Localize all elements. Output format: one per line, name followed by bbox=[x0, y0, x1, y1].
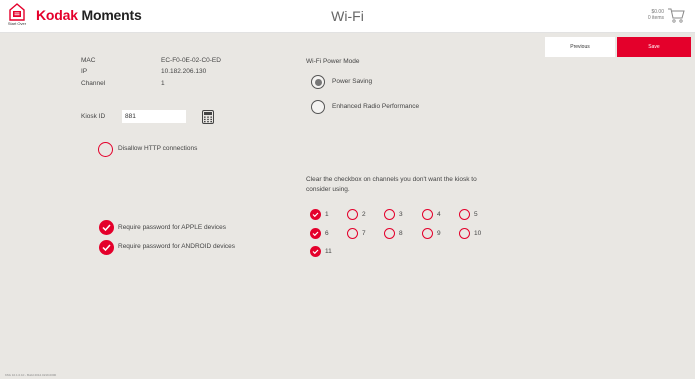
enhanced-radio-label: Enhanced Radio Performance bbox=[332, 103, 420, 110]
save-button[interactable]: Save bbox=[617, 37, 691, 57]
power-saving-label: Power Saving bbox=[332, 78, 373, 85]
channel-10-checkbox[interactable] bbox=[459, 228, 470, 239]
channel-2-checkbox[interactable] bbox=[347, 209, 358, 220]
check-icon bbox=[102, 224, 111, 232]
channel-1-label: 1 bbox=[325, 211, 329, 218]
channel-7-checkbox[interactable] bbox=[347, 228, 358, 239]
channel-5-label: 5 bbox=[474, 211, 478, 218]
check-icon bbox=[312, 249, 319, 255]
kiosk-id-label: Kiosk ID bbox=[81, 113, 106, 120]
channel-10-label: 10 bbox=[474, 230, 482, 237]
ip-label: IP bbox=[81, 68, 88, 75]
channel-7-label: 7 bbox=[362, 230, 366, 237]
android-password-checkbox[interactable] bbox=[99, 240, 114, 255]
android-password-label: Require password for ANDROID devices bbox=[118, 243, 236, 250]
channel-4-label: 4 bbox=[437, 211, 441, 218]
version-footer: KMx 10.1.0.10 - Build 2012.0219.0000 bbox=[5, 373, 57, 377]
channel-1-checkbox[interactable] bbox=[310, 209, 321, 220]
mac-value: EC-F0-0E-02-C0-ED bbox=[161, 57, 221, 64]
check-icon bbox=[312, 212, 319, 218]
mac-label: MAC bbox=[81, 57, 96, 64]
channel-9-label: 9 bbox=[437, 230, 441, 237]
cart-summary[interactable]: $0.00 0 items bbox=[648, 9, 664, 21]
channel-8-checkbox[interactable] bbox=[384, 228, 395, 239]
top-bar: Start Over Kodak Moments Wi-Fi $0.00 0 i… bbox=[0, 0, 695, 33]
channel-2-label: 2 bbox=[362, 211, 366, 218]
kiosk-id-input[interactable] bbox=[122, 110, 186, 123]
channel-11-label: 11 bbox=[325, 248, 332, 255]
channel-5-checkbox[interactable] bbox=[459, 209, 470, 220]
channel-4-checkbox[interactable] bbox=[422, 209, 433, 220]
channel-9-checkbox[interactable] bbox=[422, 228, 433, 239]
channel-11-checkbox[interactable] bbox=[310, 246, 321, 257]
channels-instructions-line2: consider using. bbox=[306, 186, 350, 193]
previous-button[interactable]: Previous bbox=[545, 37, 615, 57]
ip-value: 10.182.206.130 bbox=[161, 68, 207, 75]
disallow-http-checkbox[interactable] bbox=[98, 142, 113, 157]
channel-label: Channel bbox=[81, 80, 106, 87]
power-mode-title: Wi-Fi Power Mode bbox=[306, 58, 360, 65]
page-title: Wi-Fi bbox=[331, 8, 364, 24]
cart-items: 0 items bbox=[647, 15, 664, 21]
channel-3-checkbox[interactable] bbox=[384, 209, 395, 220]
channel-8-label: 8 bbox=[399, 230, 403, 237]
cart-icon[interactable] bbox=[667, 7, 685, 23]
check-icon bbox=[312, 231, 319, 237]
apple-password-label: Require password for APPLE devices bbox=[118, 224, 227, 231]
power-saving-radio[interactable] bbox=[311, 75, 325, 89]
check-icon bbox=[102, 244, 111, 252]
keypad-icon[interactable] bbox=[202, 110, 214, 124]
channel-value: 1 bbox=[161, 80, 165, 87]
apple-password-checkbox[interactable] bbox=[99, 220, 114, 235]
radio-selected-dot bbox=[314, 78, 322, 86]
channel-6-checkbox[interactable] bbox=[310, 228, 321, 239]
disallow-http-label: Disallow HTTP connections bbox=[118, 145, 198, 152]
channels-instructions-line1: Clear the checkbox on channels you don't… bbox=[306, 176, 477, 183]
channel-6-label: 6 bbox=[325, 230, 329, 237]
enhanced-radio-radio[interactable] bbox=[311, 100, 325, 114]
channel-3-label: 3 bbox=[399, 211, 403, 218]
